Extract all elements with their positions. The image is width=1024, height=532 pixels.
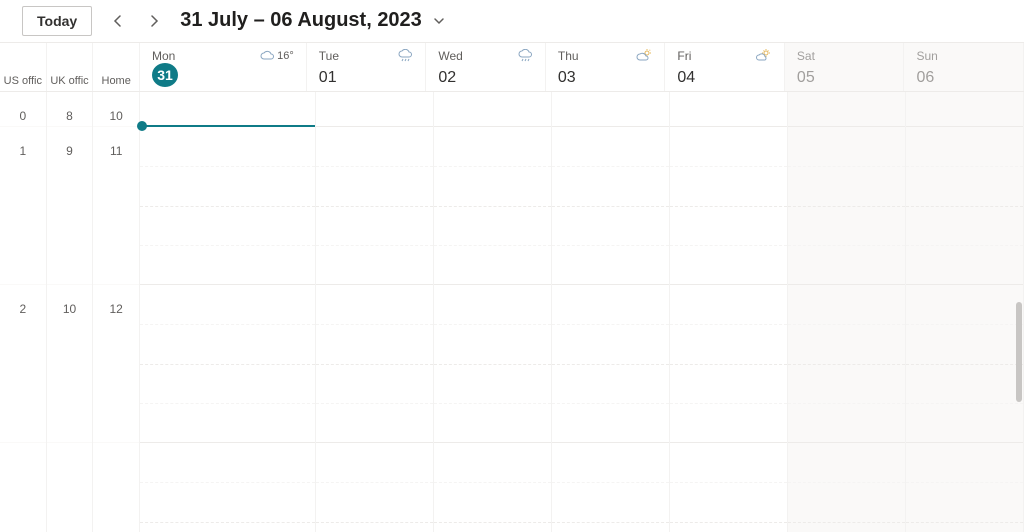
event-area [140,92,1024,532]
time-slot[interactable] [316,443,433,532]
day-of-week-label: Thu [558,49,579,63]
day-number: 02 [438,69,533,87]
day-column-wed[interactable] [434,92,552,532]
time-label: 11 [93,127,139,285]
time-slot[interactable] [906,285,1023,443]
time-label: 1 [0,127,46,285]
day-number: 01 [319,69,414,87]
time-slot[interactable] [316,127,433,285]
prev-week-button[interactable] [104,7,132,35]
timezone-label: Home [92,43,139,91]
scrollbar-thumb[interactable] [1016,302,1022,402]
calendar-toolbar: Today 31 July – 06 August, 2023 [0,0,1024,42]
weather-cloud-icon: 16° [259,50,294,62]
day-header-columns: Mon 16° 31 Tue 01 Wed 02 Thu 03 Fri 04 Sat 05 Sun 06 [140,43,1024,91]
day-header-mon[interactable]: Mon 16° 31 [140,43,307,91]
chevron-down-icon [432,14,446,28]
time-slot[interactable] [434,127,551,285]
day-column-thu[interactable] [552,92,670,532]
day-number: 05 [797,69,892,87]
time-slot[interactable] [140,127,315,285]
day-column-mon[interactable] [140,92,316,532]
day-of-week-label: Sat [797,49,815,63]
time-ruler: 0 1 2 8 9 10 10 11 12 [0,92,140,532]
time-slot[interactable] [316,285,433,443]
time-slot[interactable] [788,443,905,532]
day-of-week-label: Mon [152,49,175,63]
today-button[interactable]: Today [22,6,92,36]
time-slot[interactable] [552,443,669,532]
day-of-week-label: Tue [319,49,339,63]
date-range-picker[interactable]: 31 July – 06 August, 2023 [180,9,446,32]
time-slot[interactable] [670,443,787,532]
time-slot[interactable] [434,443,551,532]
time-slot[interactable] [670,127,787,285]
next-week-button[interactable] [140,7,168,35]
day-header-sat[interactable]: Sat 05 [785,43,905,91]
day-column-fri[interactable] [670,92,788,532]
day-of-week-label: Sun [916,49,937,63]
day-of-week-label: Fri [677,49,691,63]
time-slot[interactable] [552,92,669,127]
day-header-wed[interactable]: Wed 02 [426,43,546,91]
time-slot[interactable] [788,127,905,285]
day-column-tue[interactable] [316,92,434,532]
chevron-left-icon [112,15,124,27]
time-label: 12 [93,285,139,443]
time-slot[interactable] [316,92,433,127]
time-label: 10 [93,92,139,127]
weather-partly-sun-icon [636,49,652,63]
timezone-label: US offic [0,43,46,91]
time-slot[interactable] [140,443,315,532]
time-slot[interactable] [788,285,905,443]
time-slot[interactable] [434,285,551,443]
time-slot[interactable] [434,92,551,127]
time-label: 10 [47,285,93,443]
time-slot[interactable] [906,443,1023,532]
time-label: 9 [47,127,93,285]
weather-rain-icon [517,49,533,63]
day-column-sun[interactable] [906,92,1024,532]
weather-sunny-icon [756,49,772,63]
timezone-column: 10 11 12 [92,92,139,532]
day-number: 06 [916,69,1011,87]
time-slot[interactable] [140,92,315,127]
time-label: 2 [0,285,46,443]
day-header-tue[interactable]: Tue 01 [307,43,427,91]
time-slot[interactable] [670,92,787,127]
day-header-thu[interactable]: Thu 03 [546,43,666,91]
day-of-week-label: Wed [438,49,462,63]
time-slot[interactable] [670,285,787,443]
weather-rain-icon [397,49,413,63]
day-header-fri[interactable]: Fri 04 [665,43,785,91]
day-number: 04 [677,69,772,87]
current-time-dot-icon [137,121,147,131]
day-number: 31 [152,63,178,87]
day-header-sun[interactable]: Sun 06 [904,43,1024,91]
time-slot[interactable] [906,127,1023,285]
time-slot[interactable] [552,285,669,443]
chevron-right-icon [148,15,160,27]
time-slot[interactable] [552,127,669,285]
current-time-indicator [140,125,315,127]
time-slot[interactable] [906,92,1023,127]
day-column-sat[interactable] [788,92,906,532]
time-slot[interactable] [140,285,315,443]
time-label: 0 [0,92,46,127]
time-slot[interactable] [788,92,905,127]
timezone-column: 8 9 10 [46,92,93,532]
date-range-text: 31 July – 06 August, 2023 [180,9,422,32]
timezone-header: US offic UK offic Home [0,43,140,91]
calendar-grid-scroll[interactable]: 0 1 2 8 9 10 10 11 12 [0,92,1024,532]
week-day-header: US offic UK offic Home Mon 16° 31 Tue 01 Wed 0… [0,42,1024,92]
day-number: 03 [558,69,653,87]
timezone-column: 0 1 2 [0,92,46,532]
time-label: 8 [47,92,93,127]
timezone-label: UK offic [46,43,93,91]
calendar-grid: 0 1 2 8 9 10 10 11 12 [0,92,1024,532]
nav-arrows [100,7,172,35]
